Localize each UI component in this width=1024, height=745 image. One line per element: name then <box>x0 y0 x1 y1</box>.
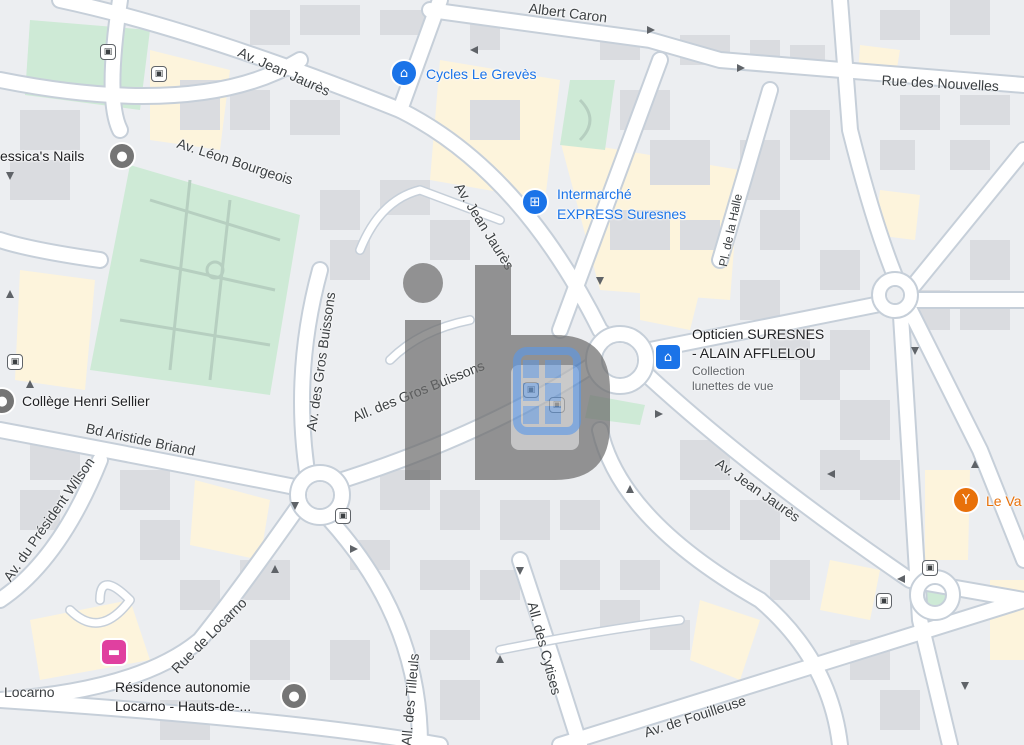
bus-stop-icon[interactable]: ▣ <box>151 66 167 82</box>
bus-stop-icon[interactable]: ▣ <box>7 354 23 370</box>
bus-stop-icon[interactable]: ▣ <box>100 44 116 60</box>
bus-stop-icon[interactable]: ▣ <box>335 508 351 524</box>
shopping-bag-icon[interactable]: ⌂ <box>392 61 416 85</box>
poi-opticien-name-1[interactable]: Opticien SURESNES <box>692 326 824 342</box>
street-label: Locarno <box>4 684 55 700</box>
poi-opticien-name-2[interactable]: - ALAIN AFFLELOU <box>692 345 816 361</box>
poi-intermarche-name-2[interactable]: EXPRESS Suresnes <box>557 206 686 222</box>
bus-stop-icon[interactable]: ▣ <box>876 593 892 609</box>
poi-bar-name[interactable]: Le Va <box>986 493 1022 509</box>
bus-stop-icon[interactable]: ▣ <box>922 560 938 576</box>
poi-cycles-name[interactable]: Cycles Le Grevès <box>426 66 536 82</box>
shopping-cart-icon[interactable]: ⊞ <box>523 190 547 214</box>
poi-college-name[interactable]: Collège Henri Sellier <box>22 393 150 409</box>
watermark-logo <box>403 263 610 480</box>
poi-residence-name-1[interactable]: Résidence autonomie <box>115 679 250 695</box>
poi-nails-name[interactable]: essica's Nails <box>0 148 84 164</box>
cocktail-icon[interactable]: Y <box>954 488 978 512</box>
poi-opticien-sub-2: lunettes de vue <box>692 379 774 393</box>
poi-intermarche-name-1[interactable]: Intermarché <box>557 186 632 202</box>
poi-opticien-sub-1: Collection <box>692 364 745 378</box>
pin-icon[interactable]: ● <box>110 144 134 168</box>
shopping-bag-icon[interactable]: ⌂ <box>656 345 680 369</box>
poi-residence-name-2[interactable]: Locarno - Hauts-de-... <box>115 698 251 714</box>
pin-icon[interactable]: ● <box>282 684 306 708</box>
map-canvas[interactable]: Av. Jean Jaurès Albert Caron Rue des Nou… <box>0 0 1024 745</box>
bed-icon[interactable]: ▬ <box>102 640 126 664</box>
